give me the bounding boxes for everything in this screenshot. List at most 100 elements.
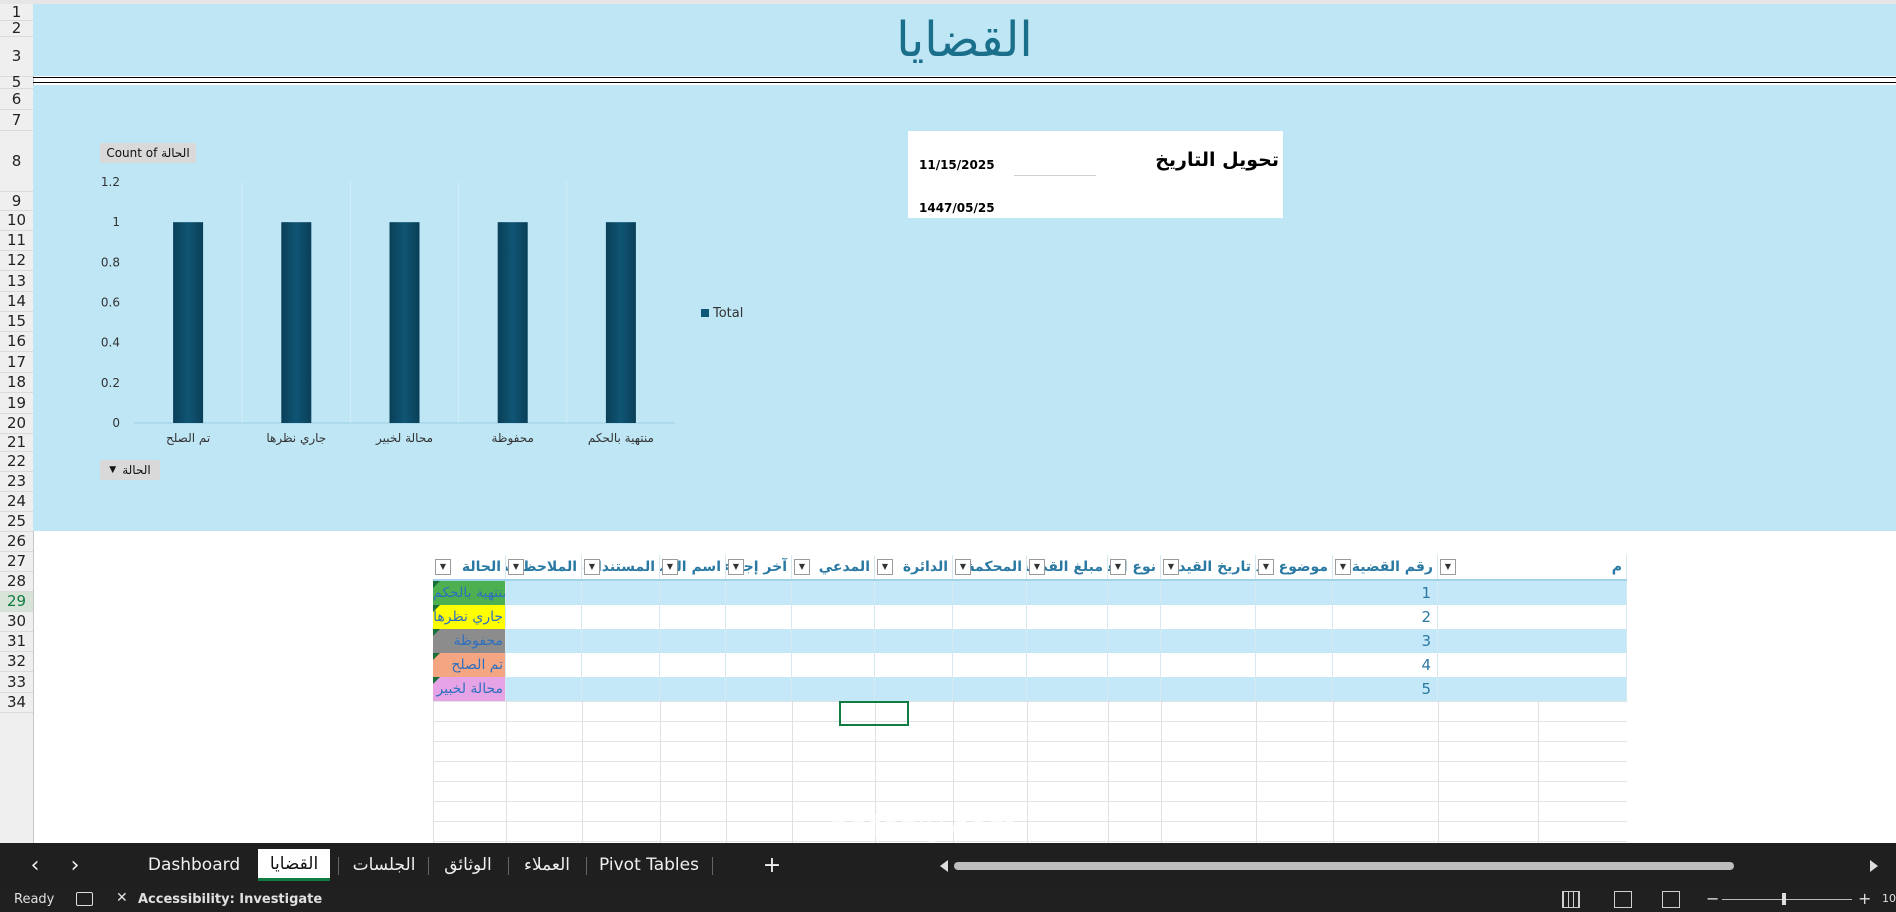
row-number-cell[interactable]: 3	[1333, 629, 1438, 653]
filter-dropdown-icon[interactable]: ▼	[1335, 559, 1351, 575]
tab-scroll-prev[interactable]: ‹	[22, 849, 48, 881]
table-cell[interactable]	[1027, 605, 1108, 629]
row-header[interactable]: 19	[0, 393, 33, 414]
zoom-level[interactable]: 10	[1882, 892, 1896, 905]
row-header[interactable]: 25	[0, 512, 33, 532]
zoom-slider[interactable]	[1722, 893, 1852, 905]
table-row[interactable]: تم الصلح 4	[433, 653, 1627, 677]
row-header[interactable]: 17	[0, 352, 33, 373]
filter-dropdown-icon[interactable]: ▼	[1440, 559, 1456, 575]
table-cell[interactable]	[1108, 629, 1161, 653]
filter-dropdown-icon[interactable]: ▼	[508, 559, 524, 575]
hijri-date[interactable]: 1447/05/25	[919, 201, 995, 215]
tab-dashboard[interactable]: Dashboard	[138, 849, 250, 881]
sheet-tab-bar[interactable]: ‹ › Dashboard القضايا الجلسات الوثائق ال…	[0, 843, 1896, 887]
row-header[interactable]: 22	[0, 452, 33, 472]
table-cell[interactable]	[953, 581, 1027, 605]
table-cell[interactable]	[953, 677, 1027, 701]
column-header[interactable]: نوع القضية▼	[1108, 555, 1161, 579]
table-cell[interactable]	[1108, 653, 1161, 677]
table-cell[interactable]	[726, 605, 792, 629]
tab-sessions[interactable]: الجلسات	[346, 849, 422, 881]
table-cell[interactable]	[875, 653, 953, 677]
table-cell[interactable]	[1108, 677, 1161, 701]
table-cell[interactable]	[953, 653, 1027, 677]
column-header[interactable]: اسم العميل▼	[660, 555, 726, 579]
table-cell[interactable]	[506, 581, 582, 605]
table-cell[interactable]	[506, 677, 582, 701]
scroll-right-arrow[interactable]	[1870, 860, 1878, 872]
filter-dropdown-icon[interactable]: ▼	[435, 559, 451, 575]
row-header[interactable]: 8	[0, 131, 33, 192]
row-header[interactable]: 6	[0, 89, 33, 110]
row-header[interactable]: 5	[0, 75, 33, 90]
pivot-value-button[interactable]: Count of الحالة	[100, 143, 196, 163]
table-row[interactable]: محالة لخبير 5	[433, 677, 1627, 701]
page-layout-icon[interactable]	[1614, 891, 1632, 908]
zoom-slider-thumb[interactable]	[1782, 893, 1786, 905]
row-header[interactable]: 13	[0, 271, 33, 292]
table-row[interactable]: محفوظة 3	[433, 629, 1627, 653]
filter-dropdown-icon[interactable]: ▼	[662, 559, 678, 575]
column-header[interactable]: م ▼	[1438, 555, 1627, 579]
table-cell[interactable]	[660, 605, 726, 629]
date-convert-box[interactable]: تحويل التاريخ 11/15/2025 1447/05/25	[908, 131, 1283, 218]
table-cell[interactable]	[660, 653, 726, 677]
row-header[interactable]: 32	[0, 652, 33, 672]
scrollbar-thumb[interactable]	[954, 862, 1734, 870]
table-cell[interactable]	[660, 677, 726, 701]
selected-cell[interactable]	[839, 701, 909, 726]
column-header[interactable]: المستندات ▼	[582, 555, 660, 579]
table-cell[interactable]	[792, 653, 875, 677]
table-cell[interactable]	[1256, 629, 1333, 653]
table-cell[interactable]	[792, 677, 875, 701]
table-cell[interactable]	[582, 653, 660, 677]
table-row[interactable]: جاري نظرها 2	[433, 605, 1627, 629]
filter-dropdown-icon[interactable]: ▼	[794, 559, 810, 575]
table-cell[interactable]	[1256, 677, 1333, 701]
table-cell[interactable]	[1108, 605, 1161, 629]
row-header[interactable]: 26	[0, 532, 33, 552]
row-header[interactable]: 33	[0, 672, 33, 693]
row-number-cell[interactable]: 2	[1333, 605, 1438, 629]
filter-dropdown-icon[interactable]: ▼	[1029, 559, 1045, 575]
zoom-in-button[interactable]: +	[1858, 889, 1871, 908]
column-header[interactable]: المحكمة ▼	[953, 555, 1027, 579]
table-cell[interactable]	[1161, 581, 1256, 605]
normal-view-icon[interactable]	[1562, 891, 1580, 908]
table-cell[interactable]	[582, 629, 660, 653]
table-cell[interactable]	[1161, 605, 1256, 629]
tab-cases[interactable]: القضايا	[258, 849, 330, 881]
table-cell[interactable]	[1161, 629, 1256, 653]
column-header[interactable]: المدعي ▼	[792, 555, 875, 579]
column-header[interactable]: الملاحظات ▼	[506, 555, 582, 579]
filter-dropdown-icon[interactable]: ▼	[1163, 559, 1179, 575]
table-cell[interactable]	[875, 581, 953, 605]
add-sheet-button[interactable]: +	[756, 849, 788, 881]
filter-dropdown-icon[interactable]: ▼	[955, 559, 971, 575]
status-cell[interactable]: تم الصلح	[433, 653, 506, 677]
tab-clients[interactable]: العملاء	[514, 849, 580, 881]
table-cell[interactable]	[726, 653, 792, 677]
row-header[interactable]: 3	[0, 37, 33, 77]
filter-dropdown-icon[interactable]: ▼	[1110, 559, 1126, 575]
gregorian-date[interactable]: 11/15/2025	[919, 158, 995, 172]
status-cell[interactable]: منتهية بالحكم	[433, 581, 506, 605]
table-cell[interactable]	[726, 629, 792, 653]
table-cell[interactable]	[582, 605, 660, 629]
status-cell[interactable]: جاري نظرها	[433, 605, 506, 629]
column-header[interactable]: الدائرة ▼	[875, 555, 953, 579]
status-cell[interactable]: محفوظة	[433, 629, 506, 653]
table-cell[interactable]	[875, 629, 953, 653]
filter-dropdown-icon[interactable]: ▼	[877, 559, 893, 575]
table-cell[interactable]	[1027, 653, 1108, 677]
table-cell[interactable]	[506, 653, 582, 677]
zoom-out-button[interactable]: −	[1706, 889, 1719, 908]
pivot-chart[interactable]: 0 0.2 0.4 0.6 0.8 1 1.2 تم الصلح جاري نظرها محالة…	[60, 165, 760, 460]
table-cell[interactable]	[875, 605, 953, 629]
row-header[interactable]: 29	[0, 592, 33, 612]
row-header[interactable]: 21	[0, 434, 33, 452]
table-cell[interactable]	[582, 581, 660, 605]
row-header[interactable]: 28	[0, 572, 33, 592]
table-cell[interactable]	[1108, 581, 1161, 605]
